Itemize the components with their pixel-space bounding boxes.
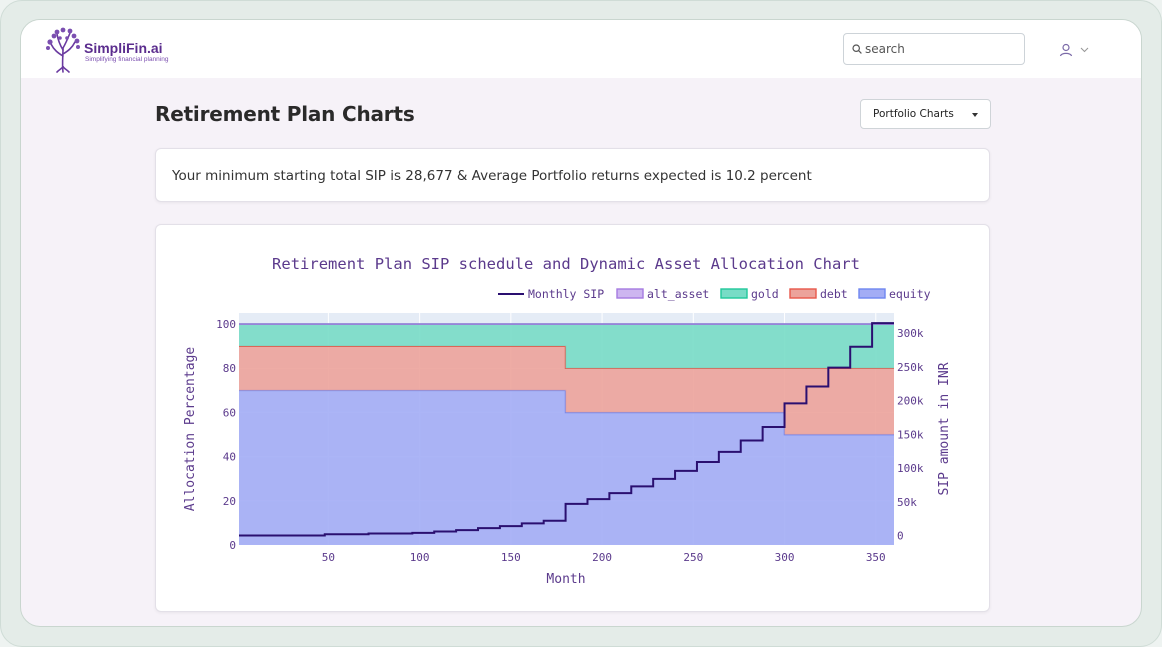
y2-tick-label: 0 — [897, 530, 904, 543]
legend-label: Monthly SIP — [528, 287, 604, 301]
top-navbar: SimpliFin.ai Simplifying financial plann… — [21, 20, 1141, 78]
page-title: Retirement Plan Charts — [155, 102, 415, 126]
search-icon — [852, 44, 862, 54]
y-tick-label: 80 — [223, 362, 236, 375]
x-tick-label: 350 — [866, 551, 886, 564]
x-tick-label: 250 — [683, 551, 703, 564]
summary-card: Your minimum starting total SIP is 28,67… — [155, 148, 990, 202]
y-tick-label: 60 — [223, 406, 236, 419]
legend-item-equity[interactable]: equity — [858, 287, 931, 301]
y-tick-label: 100 — [216, 318, 236, 331]
x-axis-label: Month — [546, 572, 585, 587]
legend-item-debt[interactable]: debt — [789, 287, 848, 301]
y2-tick-label: 250k — [897, 361, 924, 374]
user-icon — [1059, 43, 1073, 57]
y-axis-ticks: 0 20 40 60 80 100 — [216, 318, 236, 552]
allocation-sip-chart[interactable]: Retirement Plan SIP schedule and Dynamic… — [156, 225, 991, 613]
y-axis-label: Allocation Percentage — [183, 347, 198, 512]
brand-tagline: Simplifying financial planning — [85, 56, 169, 63]
portfolio-charts-dropdown[interactable]: Portfolio Charts — [860, 99, 991, 129]
x-tick-label: 150 — [501, 551, 521, 564]
search-input[interactable] — [865, 40, 1015, 58]
legend-item-monthly-sip[interactable]: Monthly SIP — [498, 287, 604, 301]
x-tick-label: 50 — [322, 551, 335, 564]
legend-label: debt — [820, 287, 848, 301]
y2-tick-label: 100k — [897, 462, 924, 475]
dropdown-label: Portfolio Charts — [873, 108, 954, 120]
app-window: SimpliFin.ai Simplifying financial plann… — [20, 19, 1142, 627]
y-tick-label: 40 — [223, 451, 236, 464]
y-tick-label: 20 — [223, 495, 236, 508]
y2-tick-label: 150k — [897, 428, 924, 441]
summary-text: Your minimum starting total SIP is 28,67… — [172, 168, 812, 184]
legend-label: equity — [889, 287, 931, 301]
search-box[interactable] — [843, 33, 1025, 65]
chart-legend[interactable]: Monthly SIP alt_asset gold debt equity — [498, 287, 931, 301]
legend-label: alt_asset — [647, 287, 709, 301]
chevron-down-icon — [1080, 47, 1089, 53]
legend-item-gold[interactable]: gold — [720, 287, 779, 301]
legend-label: gold — [751, 287, 779, 301]
caret-down-icon — [972, 113, 978, 117]
y2-tick-label: 50k — [897, 496, 917, 509]
legend-item-alt_asset[interactable]: alt_asset — [616, 287, 709, 301]
x-axis-ticks: 50 100 150 200 250 300 350 — [322, 551, 886, 564]
x-tick-label: 200 — [592, 551, 612, 564]
y2-axis-label: SIP amount in INR — [937, 362, 952, 495]
brand-name[interactable]: SimpliFin.ai — [84, 40, 163, 56]
chart-card: Retirement Plan SIP schedule and Dynamic… — [155, 224, 990, 612]
y2-axis-ticks: 0 50k 100k 150k 200k 250k 300k — [897, 327, 924, 542]
tree-logo-icon[interactable] — [43, 26, 83, 74]
chart-title: Retirement Plan SIP schedule and Dynamic… — [272, 255, 860, 273]
y2-tick-label: 300k — [897, 327, 924, 340]
user-menu[interactable] — [1059, 42, 1095, 58]
x-tick-label: 300 — [775, 551, 795, 564]
y2-tick-label: 200k — [897, 395, 924, 408]
y-tick-label: 0 — [229, 539, 236, 552]
x-tick-label: 100 — [410, 551, 430, 564]
